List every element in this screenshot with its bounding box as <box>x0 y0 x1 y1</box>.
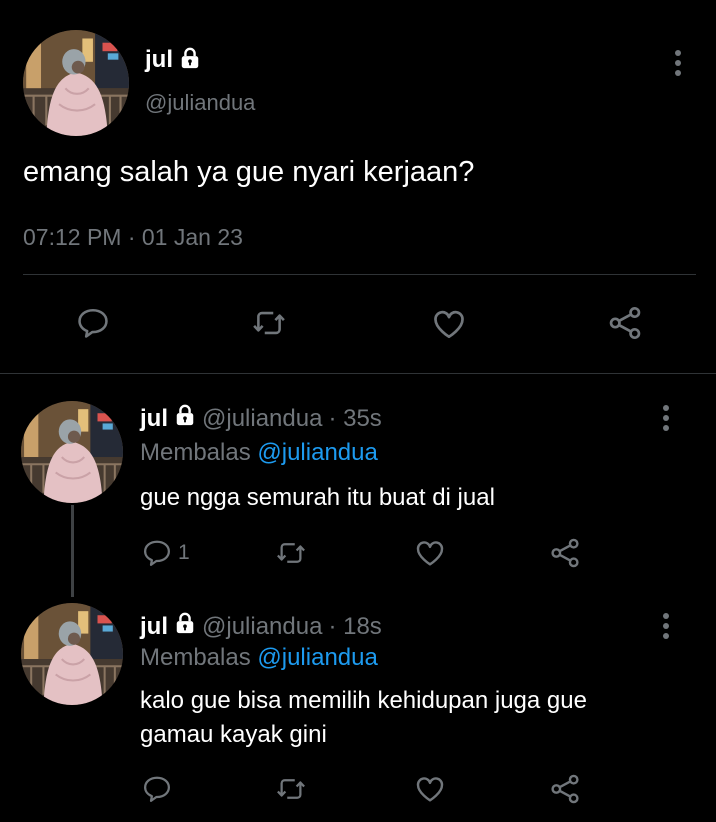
handle[interactable]: @juliandua <box>202 613 322 641</box>
retweet-icon <box>276 774 306 804</box>
replying-prefix: Membalas <box>140 439 251 466</box>
replying-to: Membalas @juliandua <box>140 439 378 467</box>
like-icon <box>431 306 467 342</box>
replying-handle-link[interactable]: @juliandua <box>257 644 377 671</box>
handle[interactable]: @juliandua <box>145 90 255 116</box>
more-options-button[interactable] <box>654 398 678 438</box>
replying-prefix: Membalas <box>140 644 251 671</box>
display-name[interactable]: jul <box>140 613 168 641</box>
reply-button[interactable]: 1 <box>142 538 190 568</box>
like-icon <box>414 537 446 569</box>
share-icon <box>607 305 643 341</box>
retweet-icon <box>276 538 306 568</box>
tweet-timestamp[interactable]: 07:12 PM · 01 Jan 23 <box>23 224 243 251</box>
share-button[interactable] <box>549 773 581 805</box>
reply-button[interactable] <box>142 774 172 804</box>
retweet-button[interactable] <box>252 306 286 340</box>
like-icon <box>414 773 446 805</box>
lock-icon <box>174 612 196 641</box>
more-icon <box>661 611 671 641</box>
reply-button[interactable] <box>76 306 110 340</box>
tweet-age: · 35s <box>328 404 382 432</box>
like-button[interactable] <box>414 773 446 805</box>
display-name[interactable]: jul <box>140 405 168 433</box>
lock-icon <box>179 47 201 74</box>
avatar[interactable] <box>21 603 123 705</box>
tweet-text: emang salah ya gue nyari kerjaan? <box>23 156 475 188</box>
avatar[interactable] <box>21 401 123 503</box>
display-name[interactable]: jul <box>145 46 173 74</box>
share-button[interactable] <box>607 305 643 341</box>
share-button[interactable] <box>549 537 581 569</box>
avatar[interactable] <box>23 30 129 136</box>
share-icon <box>549 537 581 569</box>
handle[interactable]: @juliandua <box>202 405 322 433</box>
main-author: jul <box>145 46 201 74</box>
reply-header: jul @juliandua · 18s <box>140 612 382 641</box>
reply-icon <box>76 306 110 340</box>
retweet-button[interactable] <box>276 774 306 804</box>
reply-header: jul @juliandua · 35s <box>140 404 382 433</box>
thread-line <box>71 505 74 597</box>
reply-count: 1 <box>178 541 190 564</box>
replying-handle-link[interactable]: @juliandua <box>257 439 377 466</box>
reply-icon <box>142 774 172 804</box>
more-options-button[interactable] <box>666 43 690 83</box>
more-options-button[interactable] <box>654 606 678 646</box>
replying-to: Membalas @juliandua <box>140 644 378 672</box>
reply-text: gue ngga semurah itu buat di jual <box>140 484 495 511</box>
reply-icon <box>142 538 172 568</box>
share-icon <box>549 773 581 805</box>
like-button[interactable] <box>414 537 446 569</box>
retweet-icon <box>252 306 286 340</box>
divider <box>23 274 696 275</box>
more-icon <box>673 48 683 78</box>
retweet-button[interactable] <box>276 538 306 568</box>
more-icon <box>661 403 671 433</box>
section-divider <box>0 373 716 374</box>
reply-text-line-1: kalo gue bisa memilih kehidupan juga gue <box>140 687 587 714</box>
lock-icon <box>174 404 196 433</box>
reply-text-line-2: gamau kayak gini <box>140 721 327 748</box>
like-button[interactable] <box>431 306 467 342</box>
tweet-age: · 18s <box>328 612 382 640</box>
